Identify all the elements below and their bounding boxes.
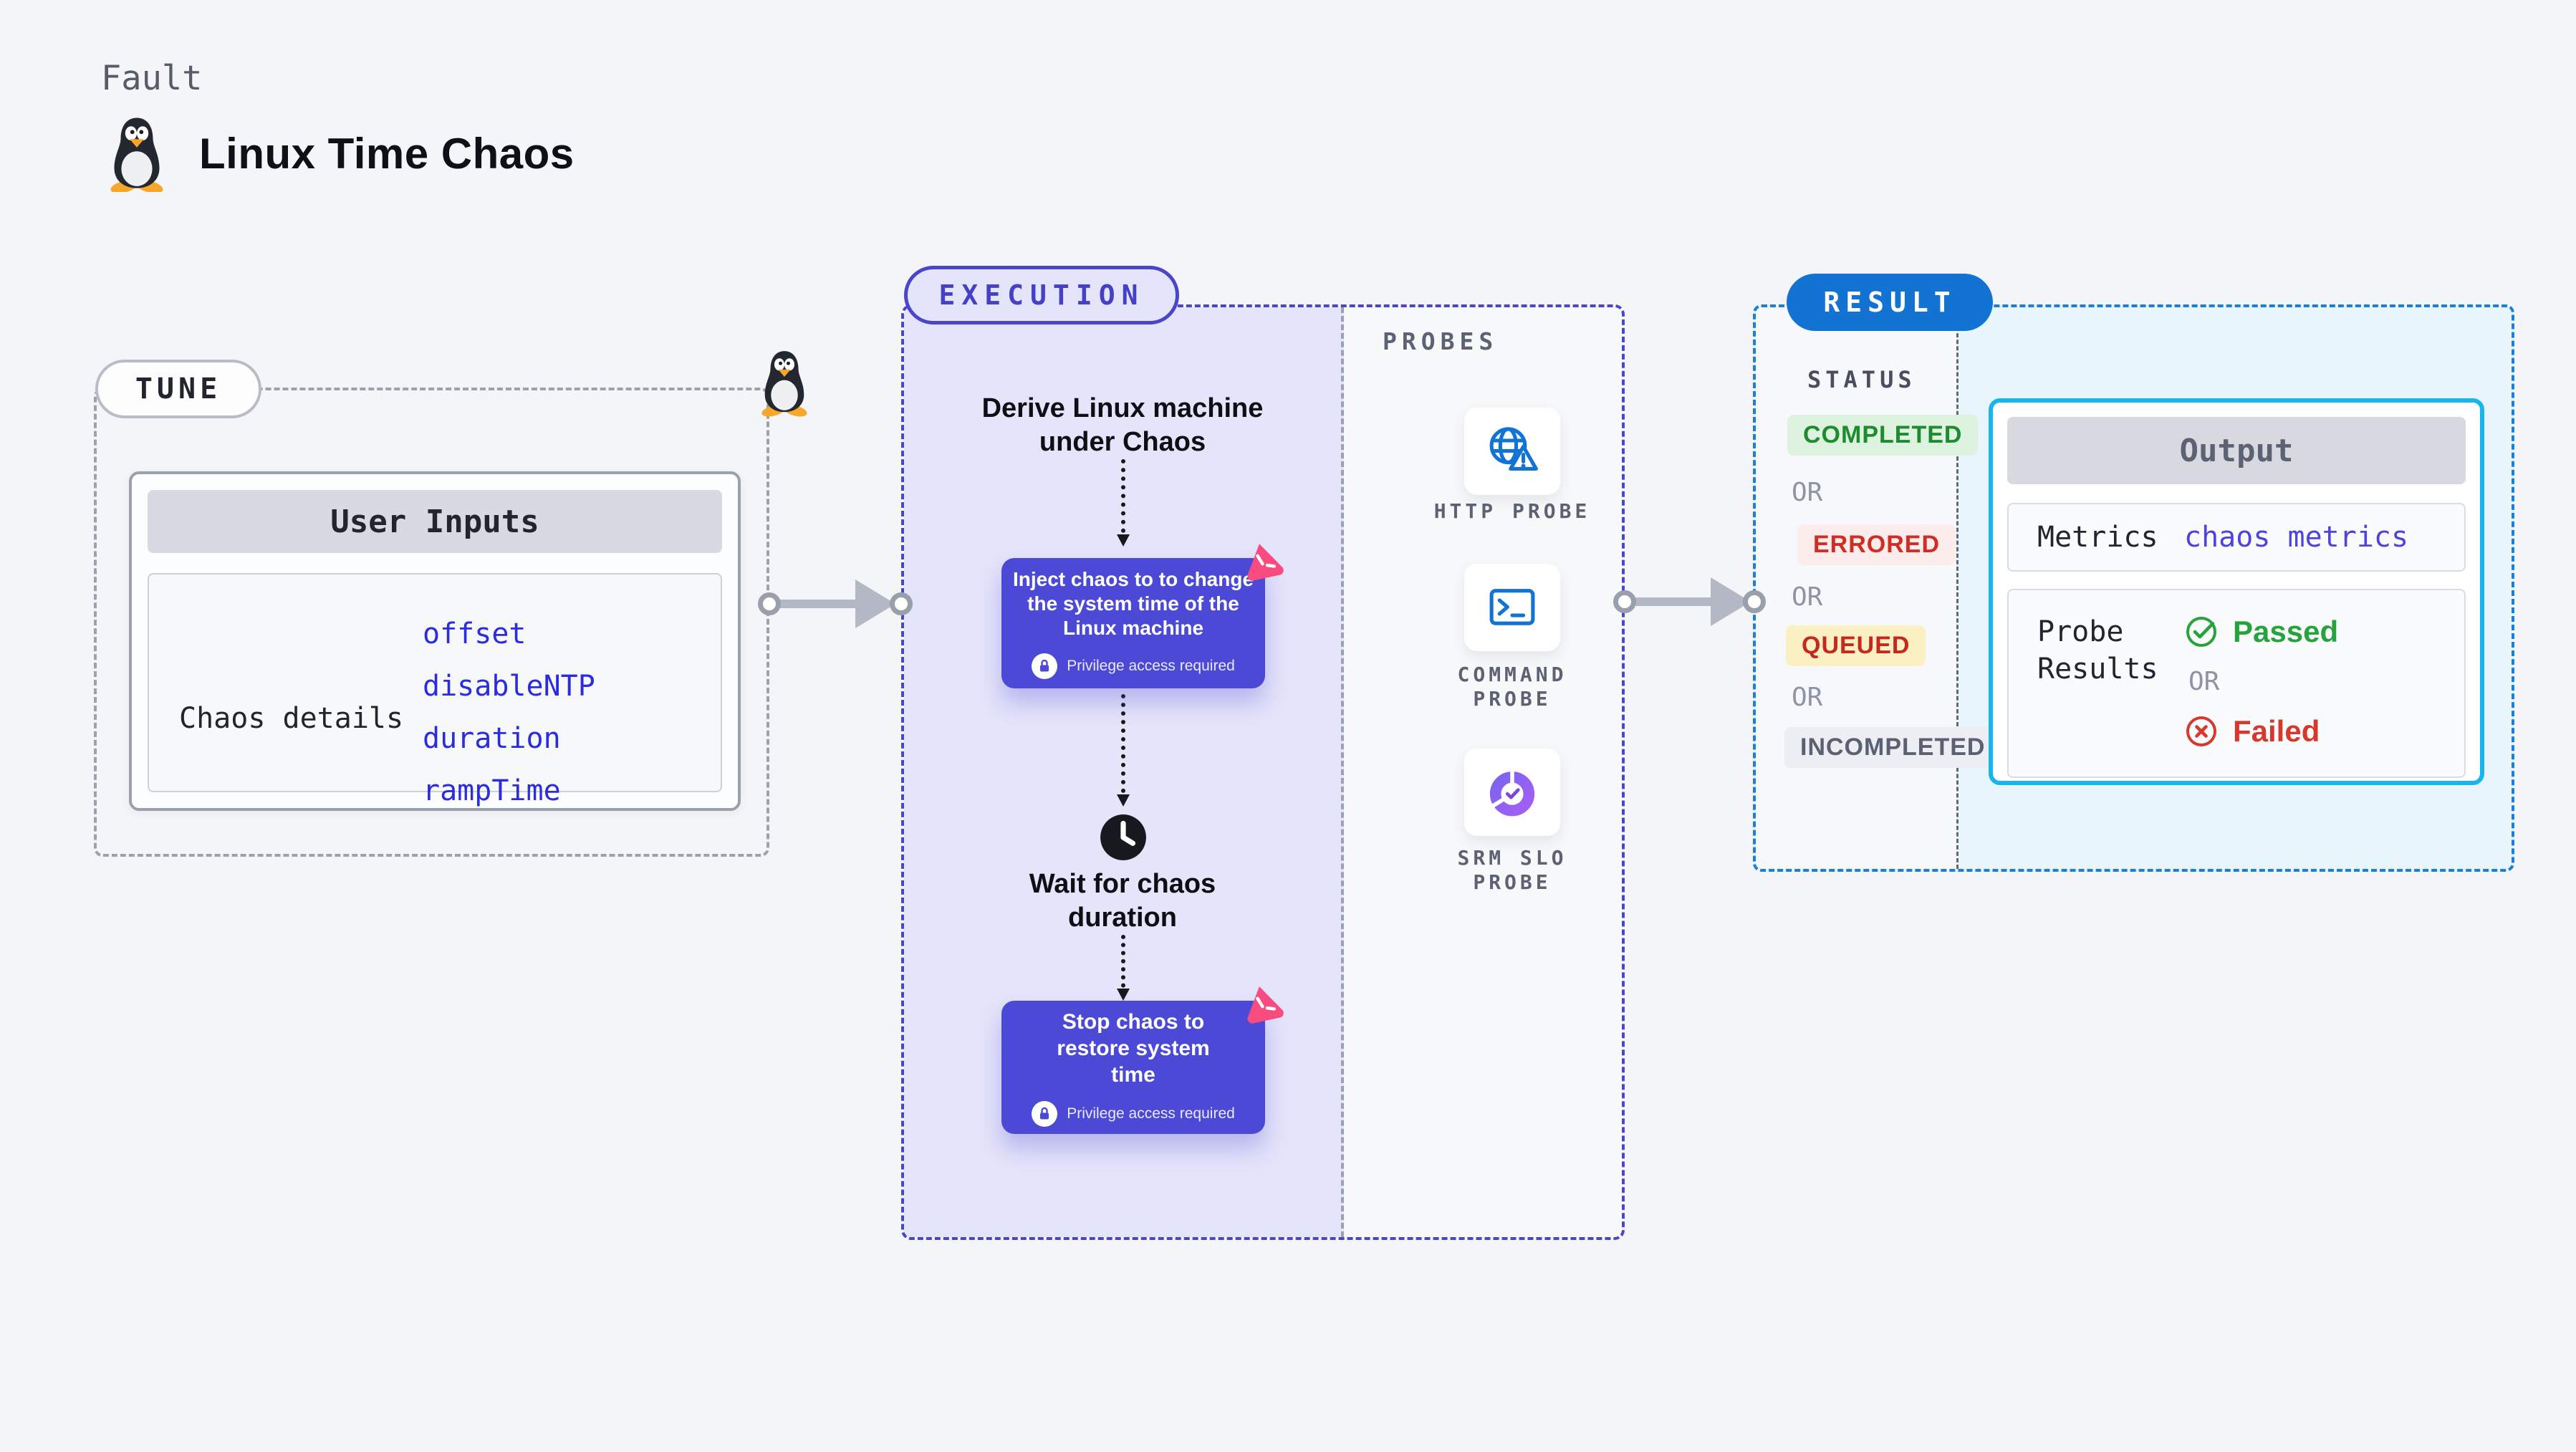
- chaos-details-label: Chaos details: [179, 702, 404, 735]
- down-arrow: [1117, 694, 1130, 807]
- http-probe-label: HTTP PROBE: [1433, 499, 1591, 523]
- passed-label: Passed: [2233, 615, 2339, 648]
- passed-item: Passed: [2184, 613, 2338, 650]
- result-pill: RESULT: [1787, 274, 1993, 331]
- fault-kicker: Fault: [101, 59, 203, 98]
- down-arrow: [1117, 935, 1130, 1001]
- failed-item: Failed: [2184, 713, 2338, 750]
- result-section: STATUS COMPLETED OR ERRORED OR QUEUED OR…: [1753, 304, 2514, 872]
- chaos-metrics-link[interactable]: chaos metrics: [2184, 521, 2408, 554]
- connector-dot: [1743, 590, 1766, 613]
- probe-results-values: Passed OR Failed: [2184, 613, 2338, 750]
- execution-pill: EXECUTION: [904, 266, 1179, 324]
- check-circle-icon: [2186, 617, 2216, 647]
- param-link-ramptime[interactable]: rampTime: [423, 774, 595, 807]
- param-link-duration[interactable]: duration: [423, 722, 595, 755]
- privilege-note: Privilege access required: [1067, 1105, 1235, 1122]
- slo-donut-icon: [1489, 769, 1535, 817]
- status-badge-completed: COMPLETED: [1787, 415, 1979, 456]
- param-link-disablentp[interactable]: disableNTP: [423, 670, 595, 703]
- http-probe-card: [1464, 408, 1560, 495]
- privilege-note: Privilege access required: [1067, 658, 1235, 674]
- command-probe-card: [1464, 564, 1560, 651]
- or-separator: OR: [1792, 683, 1823, 712]
- execution-section: Derive Linux machine under Chaos Inject …: [901, 304, 1625, 1240]
- output-card: Output Metrics chaos metrics Probe Resul…: [1989, 398, 2484, 785]
- stop-step-text: Stop chaos to restore system time: [1057, 1009, 1210, 1087]
- x-circle-icon: [2186, 716, 2216, 746]
- connector-dot: [890, 592, 913, 615]
- execution-to-result-arrow: [1629, 577, 1751, 626]
- status-badge-incompleted: INCOMPLETED: [1784, 727, 2001, 768]
- stop-chaos-step: Stop chaos to restore system time Privil…: [1001, 986, 1284, 1134]
- user-inputs-body: Chaos details offset disableNTP duration…: [148, 573, 722, 807]
- metrics-label: Metrics: [2037, 521, 2158, 554]
- tune-pill: TUNE: [95, 360, 261, 418]
- connector-dot: [1613, 590, 1636, 613]
- tune-to-execution-arrow: [774, 580, 895, 628]
- srm-slo-probe-card: [1464, 749, 1560, 836]
- lock-icon: [1032, 653, 1058, 679]
- wait-step-text: Wait for chaos duration: [1029, 869, 1216, 933]
- terminal-icon: [1489, 589, 1535, 625]
- status-badge-errored: ERRORED: [1797, 524, 1956, 565]
- inject-chaos-step: Inject chaos to to change the system tim…: [1001, 544, 1284, 688]
- status-column: STATUS COMPLETED OR ERRORED OR QUEUED OR…: [1756, 307, 2001, 869]
- page-title: Linux Time Chaos: [199, 129, 575, 178]
- probe-results-label: Probe Results: [2037, 615, 2158, 686]
- status-badge-queued: QUEUED: [1786, 625, 1926, 666]
- inject-step-text: Inject chaos to to change the system tim…: [1012, 568, 1254, 639]
- chaos-logo-icon: [1247, 544, 1284, 581]
- page-title-row: Linux Time Chaos: [105, 115, 575, 192]
- status-heading: STATUS: [1807, 366, 1916, 393]
- probes-heading: PROBES: [1383, 327, 1499, 355]
- derive-step-text: Derive Linux machine under Chaos: [981, 393, 1264, 457]
- chaos-logo-icon: [1247, 986, 1284, 1024]
- output-header: Output: [2007, 417, 2466, 484]
- user-inputs-header: User Inputs: [148, 490, 722, 553]
- probe-results-row: Probe Results Passed OR Failed: [2007, 589, 2466, 778]
- tux-penguin-icon: [761, 351, 807, 417]
- lock-icon: [1032, 1100, 1058, 1127]
- privilege-note-row: Privilege access required: [1032, 653, 1235, 679]
- privilege-note-row: Privilege access required: [1032, 1100, 1235, 1127]
- connector-dot: [758, 592, 781, 615]
- user-inputs-card: User Inputs Chaos details offset disable…: [129, 471, 741, 811]
- failed-label: Failed: [2233, 714, 2320, 748]
- clock-icon: [1099, 813, 1148, 862]
- or-separator: OR: [1792, 478, 1823, 507]
- or-separator: OR: [2188, 667, 2220, 696]
- param-link-offset[interactable]: offset: [423, 617, 595, 650]
- down-arrow: [1117, 459, 1130, 547]
- command-probe-label: COMMAND PROBE: [1457, 663, 1567, 711]
- or-separator: OR: [1792, 582, 1823, 612]
- metrics-row: Metrics chaos metrics: [2007, 503, 2466, 572]
- tux-penguin-icon: [110, 117, 163, 192]
- srm-slo-probe-label: SRM SLO PROBE: [1457, 846, 1567, 894]
- globe-alert-icon: [1489, 427, 1538, 471]
- param-list: offset disableNTP duration rampTime: [423, 617, 595, 807]
